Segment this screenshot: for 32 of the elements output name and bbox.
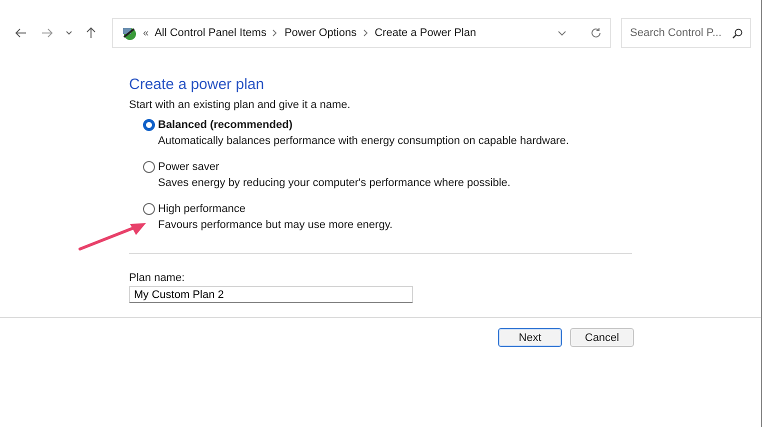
plan-label[interactable]: Balanced (recommended) — [158, 119, 292, 131]
up-arrow-icon[interactable] — [86, 27, 96, 39]
search-field[interactable]: Search Control P... — [621, 18, 751, 48]
dropdown-icon[interactable] — [558, 30, 566, 36]
plan-name-label: Plan name: — [129, 272, 186, 284]
breadcrumb-item[interactable]: Create a Power Plan — [374, 27, 476, 39]
chevron-icon — [272, 29, 278, 37]
chevron-icon — [362, 29, 369, 37]
cancel-button[interactable]: Cancel — [570, 328, 634, 347]
plan-label[interactable]: Power saver — [158, 161, 220, 173]
back-arrow-icon[interactable] — [15, 28, 27, 38]
breadcrumb-item[interactable]: Power Options — [284, 27, 357, 39]
page-heading: Create a power plan — [129, 76, 266, 93]
radio-button[interactable] — [143, 119, 155, 131]
control-panel-icon — [121, 25, 137, 41]
refresh-icon[interactable] — [590, 27, 602, 39]
plan-description: Automatically balances performance with energy consumption on capable hardware. — [158, 135, 570, 147]
next-button[interactable]: Next — [498, 328, 562, 347]
address-bar[interactable]: « All Control Panel Items Power Options Create a Power Plan — [112, 18, 611, 48]
breadcrumb-overflow[interactable]: « — [143, 28, 149, 38]
plan-label[interactable]: High performance — [158, 203, 246, 215]
plan-name-field[interactable]: My Custom Plan 2 — [129, 286, 413, 303]
radio-button[interactable] — [143, 203, 155, 215]
pointer-arrow — [78, 221, 148, 251]
forward-arrow-icon[interactable] — [41, 28, 53, 38]
intro-text: Start with an existing plan and give it a name. — [129, 99, 352, 111]
caret-icon[interactable] — [66, 31, 72, 35]
search-icon[interactable] — [732, 28, 743, 39]
radio-button[interactable] — [143, 161, 155, 173]
plan-description: Saves energy by reducing your computer's performance where possible. — [158, 177, 512, 189]
breadcrumb-item[interactable]: All Control Panel Items — [154, 27, 266, 39]
plan-description: Favours performance but may use more energy. — [158, 219, 394, 231]
